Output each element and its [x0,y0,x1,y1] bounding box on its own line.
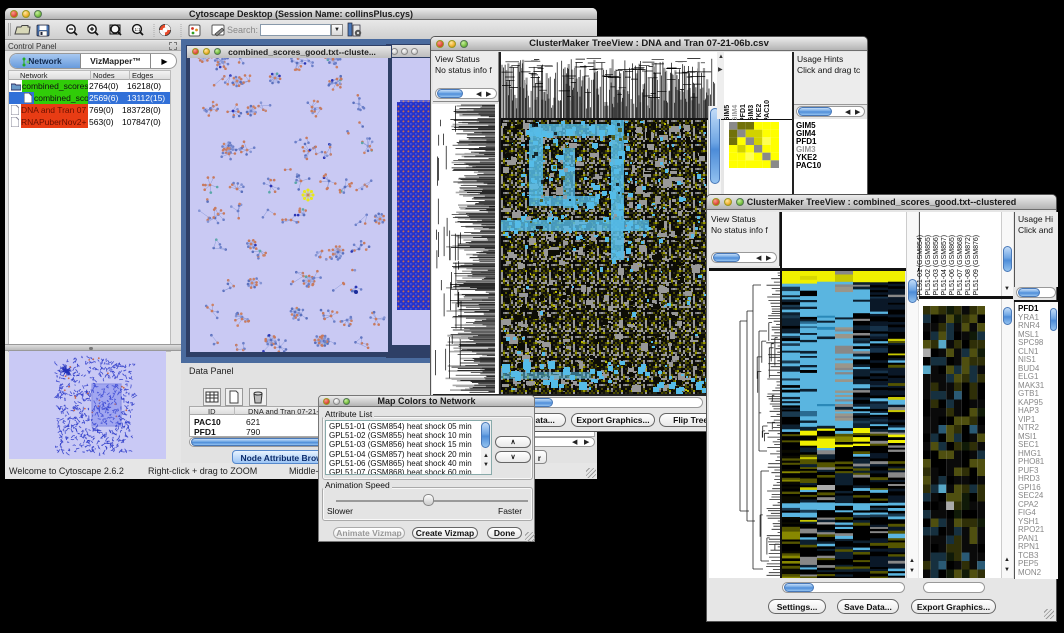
svg-text:1:1: 1:1 [135,27,142,32]
